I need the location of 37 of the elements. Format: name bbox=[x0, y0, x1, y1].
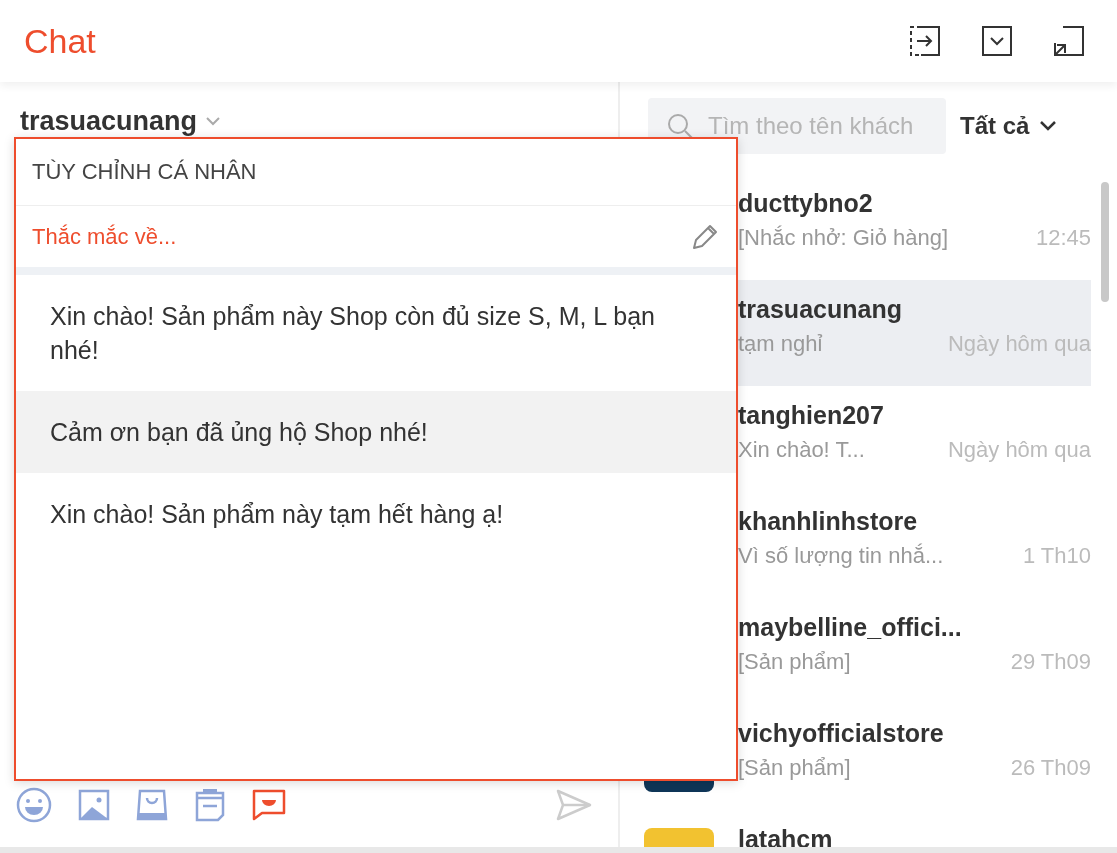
quick-reply-item[interactable]: Xin chào! Sản phẩm này tạm hết hàng ạ! bbox=[16, 473, 736, 555]
message-time: Ngày hôm qua bbox=[947, 436, 1091, 464]
message-time: 12:45 bbox=[1035, 224, 1091, 252]
search-icon bbox=[666, 112, 694, 140]
chevron-down-icon[interactable] bbox=[979, 23, 1015, 59]
contact-name: khanhlinhstore bbox=[738, 506, 919, 537]
image-icon[interactable] bbox=[78, 789, 110, 821]
exit-icon[interactable] bbox=[907, 23, 943, 59]
message-preview: tạm nghỉ bbox=[738, 330, 823, 358]
message-preview: Vì số lượng tin nhắ... bbox=[738, 542, 944, 570]
message-time: 1 Th10 bbox=[1022, 542, 1091, 570]
contact-name: trasuacunang bbox=[738, 294, 903, 325]
message-time: 29 Th09 bbox=[1010, 648, 1091, 676]
quick-reply-group[interactable]: Thắc mắc về... bbox=[32, 220, 177, 253]
conversation-name[interactable]: trasuacunang bbox=[20, 100, 198, 142]
message-preview: Xin chào! T... bbox=[738, 436, 865, 464]
bag-icon[interactable] bbox=[136, 789, 168, 821]
search-field[interactable]: Tìm theo tên khách bbox=[648, 98, 946, 154]
message-preview: [Sản phẩm] bbox=[738, 648, 851, 676]
popup-title: TÙY CHỈNH CÁ NHÂN bbox=[16, 139, 736, 206]
quick-reply-item[interactable]: Cảm ơn bạn đã ủng hộ Shop nhé! bbox=[16, 391, 736, 473]
contact-name: maybelline_offici... bbox=[738, 612, 963, 643]
send-icon[interactable] bbox=[556, 789, 592, 821]
contact-name: ducttybno2 bbox=[738, 188, 874, 219]
shrink-icon[interactable] bbox=[1051, 23, 1087, 59]
contact-name: tanghien207 bbox=[738, 400, 885, 431]
message-time: 26 Th09 bbox=[1010, 754, 1091, 782]
note-icon[interactable] bbox=[194, 788, 226, 822]
scrollbar-thumb[interactable] bbox=[1101, 182, 1109, 302]
filter-dropdown[interactable]: Tất cả bbox=[960, 108, 1058, 144]
message-preview: [Nhắc nhở: Giỏ hàng] bbox=[738, 224, 949, 252]
message-preview: [Sản phẩm] bbox=[738, 754, 851, 782]
smiley-icon[interactable] bbox=[16, 787, 52, 823]
contact-name: vichyofficialstore bbox=[738, 718, 945, 749]
speech-bubble-icon[interactable] bbox=[252, 789, 286, 821]
chat-title: Chat bbox=[24, 20, 96, 62]
chevron-down-icon[interactable] bbox=[1039, 120, 1058, 132]
